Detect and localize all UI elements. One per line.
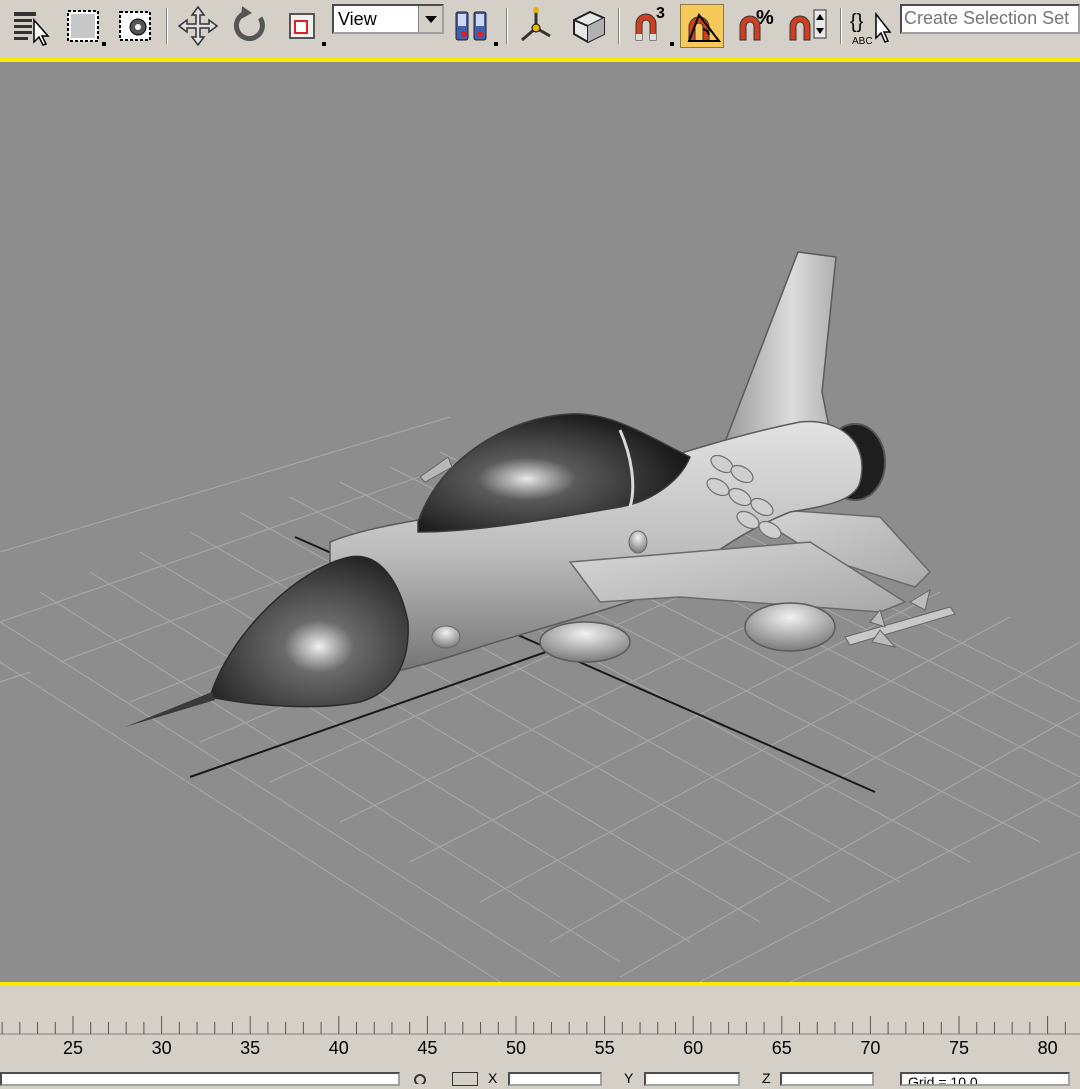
fuel-tank [744,602,836,652]
braces-label: {} [850,11,864,33]
chevron-down-icon[interactable] [418,6,442,32]
ruler-tick-label: 70 [860,1038,881,1058]
snap-3d-icon[interactable]: 3 [626,4,670,48]
perspective-viewport[interactable] [0,58,1080,986]
ruler-tick-label: 40 [328,1038,349,1058]
percent-label: % [756,7,774,29]
y-coord-field[interactable] [644,1072,740,1086]
nose-cone [209,555,409,708]
status-bar: X Y Z Grid = 10.0 [0,1066,1080,1086]
flyout-indicator [670,42,674,46]
timeline-ruler[interactable]: 25 30 35 40 45 50 55 60 65 70 75 80 [0,986,1080,1066]
ruler-tick-label: 30 [151,1038,172,1058]
ruler-ticks [0,1016,1080,1035]
ruler-tick-label: 45 [417,1038,438,1058]
absolute-mode-icon[interactable] [452,1072,478,1086]
percent-snap-icon[interactable]: % [734,4,778,48]
selection-set-input[interactable] [902,6,1076,30]
viewport-canvas [0,251,1080,982]
ruler-tick-label: 65 [771,1038,792,1058]
snap-dimension-label: 3 [656,5,665,22]
tail-fin [724,251,837,448]
abc-label: ABC [852,36,873,47]
jet-fighter-model [125,251,956,727]
pivot-center-icon[interactable] [450,4,494,48]
move-icon[interactable] [176,4,220,48]
selection-set-field[interactable] [900,4,1080,34]
main-toolbar: View 3 % {} ABC [0,0,1080,56]
ruler-tick-label: 25 [62,1038,84,1058]
ruler-tick-label: 80 [1037,1038,1058,1058]
rotate-icon[interactable] [228,4,272,48]
window-crossing-icon[interactable] [114,4,158,48]
scale-icon[interactable] [280,4,324,48]
grid-size-field: Grid = 10.0 [900,1072,1070,1086]
angle-snap-icon[interactable] [680,4,724,48]
axis-constraint-icon[interactable] [514,4,558,48]
flyout-indicator [322,42,326,46]
fuel-tank [539,621,631,663]
reference-coord-value: View [338,9,377,29]
ruler-tick-label: 75 [948,1038,970,1058]
y-axis-label: Y [624,1070,634,1086]
x-coord-field[interactable] [508,1072,602,1086]
z-coord-field[interactable] [780,1072,874,1086]
reference-coord-dropdown[interactable]: View [332,4,444,34]
ruler-tick-label: 50 [505,1038,527,1058]
named-selection-icon[interactable]: {} ABC [848,4,892,48]
ruler-tick-label: 35 [240,1038,261,1058]
x-axis-label: X [488,1070,498,1086]
lock-selection-icon[interactable] [410,1070,430,1086]
flyout-indicator [494,42,498,46]
manipulate-icon[interactable] [566,4,610,48]
z-axis-label: Z [762,1070,771,1086]
rectangle-select-icon[interactable] [62,4,106,48]
select-by-name-icon[interactable] [8,4,52,48]
flyout-indicator [102,42,106,46]
prompt-field [0,1072,400,1086]
ruler-tick-label: 60 [683,1038,704,1058]
ruler-tick-label: 55 [594,1038,615,1058]
spinner-snap-icon[interactable] [786,4,830,48]
